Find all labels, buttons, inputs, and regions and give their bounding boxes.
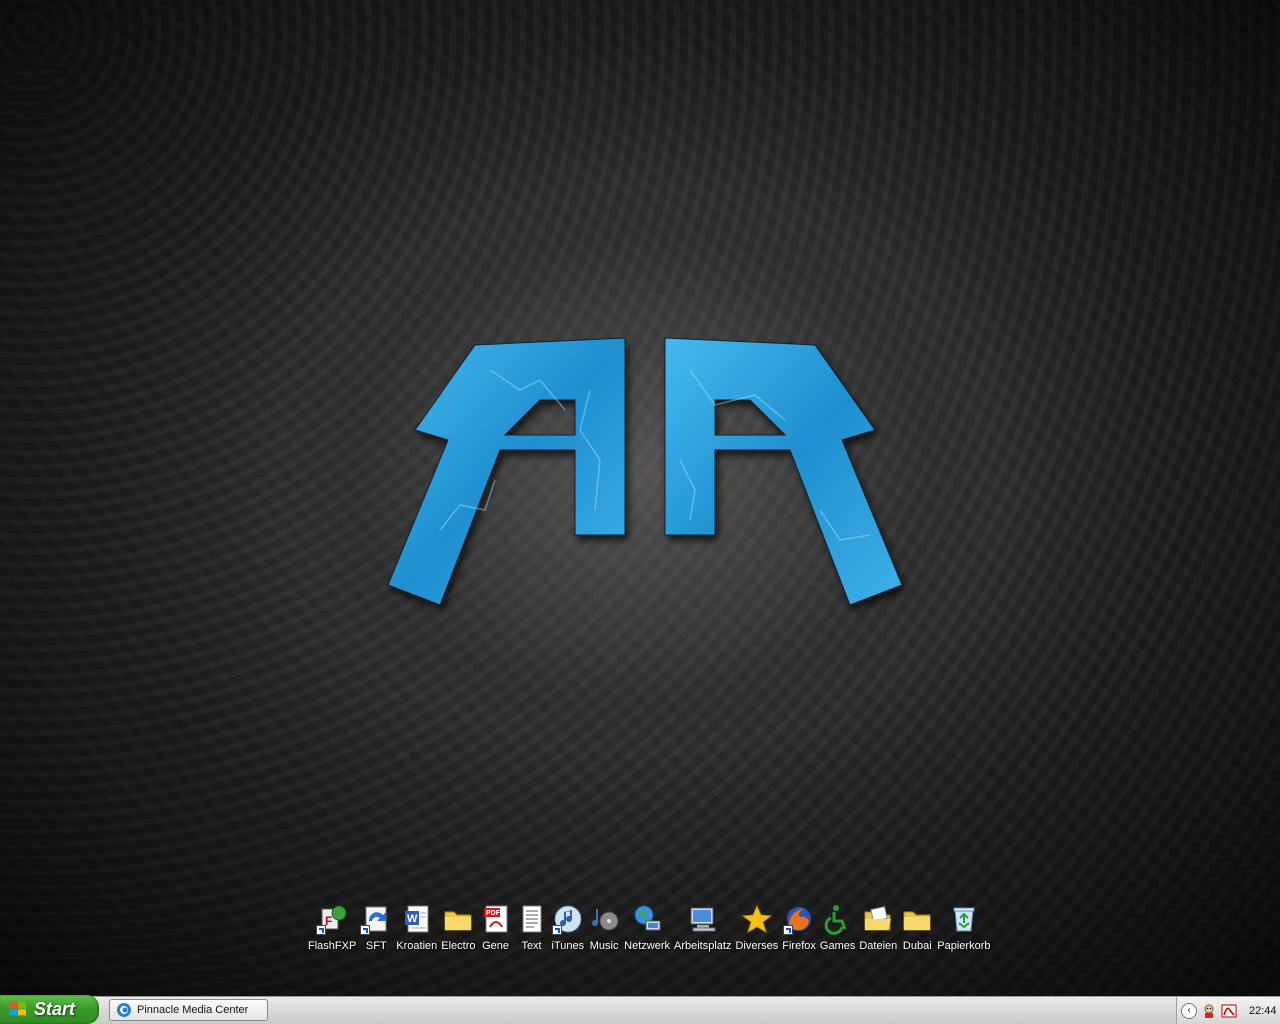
sync-arrows-icon xyxy=(360,903,392,935)
desktop-icon-sft[interactable]: SFT xyxy=(358,903,394,953)
desktop-icon-label: Diverses xyxy=(735,940,779,952)
my-computer-icon xyxy=(687,903,719,935)
word-document-icon: W xyxy=(401,903,433,935)
svg-text:F: F xyxy=(325,914,332,928)
folder-icon xyxy=(442,903,474,935)
desktop-icon-label: FlashFXP xyxy=(308,940,357,952)
desktop-icon-label: Dubai xyxy=(902,940,932,952)
desktop-icon-row: F FlashFXP SFT W Kroatien Electro PDF Ge… xyxy=(306,903,992,955)
music-folder-icon xyxy=(588,903,620,935)
messenger-icon[interactable] xyxy=(1201,1003,1217,1019)
desktop-icon-label: Games xyxy=(819,940,856,952)
pinnacle-icon xyxy=(117,1003,131,1017)
desktop-icon-label: Netzwerk xyxy=(624,940,670,952)
desktop-icon-text[interactable]: Text xyxy=(514,903,550,953)
desktop-icon-label: Arbeitsplatz xyxy=(673,940,732,952)
recycle-bin-icon xyxy=(948,903,980,935)
desktop-icon-label: Dateien xyxy=(859,940,898,952)
desktop-icon-dubai[interactable]: Dubai xyxy=(899,903,935,953)
shortcut-arrow-icon xyxy=(316,925,327,935)
desktop-icon-label: Papierkorb xyxy=(937,940,991,952)
desktop-icon-label: Text xyxy=(521,940,542,952)
desktop-icon-label: Electro xyxy=(441,940,476,952)
shortcut-arrow-icon xyxy=(551,925,562,935)
desktop-icon-diverses[interactable]: Diverses xyxy=(733,903,780,953)
folder-icon xyxy=(901,903,933,935)
desktop-icon-electro[interactable]: Electro xyxy=(439,903,477,953)
acrobat-icon[interactable] xyxy=(1221,1003,1237,1019)
desktop-icon-music[interactable]: Music xyxy=(586,903,622,953)
desktop-icon-label: Music xyxy=(589,940,619,952)
star-icon xyxy=(741,903,773,935)
desktop[interactable]: F FlashFXP SFT W Kroatien Electro PDF Ge… xyxy=(0,0,1280,996)
desktop-icon-dateien[interactable]: Dateien xyxy=(857,903,899,953)
taskbar-button-label: Pinnacle Media Center xyxy=(137,1004,249,1016)
desktop-icon-label: SFT xyxy=(365,940,387,952)
desktop-icon-papierkorb[interactable]: Papierkorb xyxy=(935,903,992,953)
flashfxp-icon: F xyxy=(316,903,348,935)
start-button[interactable]: Start xyxy=(0,995,99,1024)
tray-clock[interactable]: 22:44 xyxy=(1249,1005,1277,1017)
desktop-icon-label: Firefox xyxy=(782,940,816,952)
desktop-icon-itunes[interactable]: iTunes xyxy=(550,903,587,953)
desktop-icon-games[interactable]: Games xyxy=(818,903,857,953)
open-folder-icon xyxy=(862,903,894,935)
desktop-icon-netzwerk[interactable]: Netzwerk xyxy=(622,903,672,953)
desktop-icon-kroatien[interactable]: W Kroatien xyxy=(394,903,439,953)
desktop-icon-label: Gene xyxy=(482,940,509,952)
tray-expand-icon[interactable]: ‹ xyxy=(1181,1002,1197,1019)
desktop-icon-flashfxp[interactable]: F FlashFXP xyxy=(306,903,358,953)
desktop-icon-gene[interactable]: PDF Gene xyxy=(478,903,514,953)
itunes-icon xyxy=(551,903,584,935)
desktop-icon-firefox[interactable]: Firefox xyxy=(780,903,818,953)
svg-text:W: W xyxy=(407,913,418,925)
accessibility-icon xyxy=(822,903,854,935)
firefox-icon xyxy=(783,903,815,935)
desktop-icon-arbeitsplatz[interactable]: Arbeitsplatz xyxy=(672,903,733,953)
windows-logo-icon xyxy=(9,1001,26,1016)
shortcut-arrow-icon xyxy=(360,925,371,935)
svg-text:PDF: PDF xyxy=(486,910,501,917)
taskbar: Start Pinnacle Media Center ‹ 22:44 xyxy=(0,995,1280,1024)
text-document-icon xyxy=(516,903,548,935)
shortcut-arrow-icon xyxy=(783,925,794,935)
desktop-icon-label: Kroatien xyxy=(396,940,438,952)
pdf-document-icon: PDF xyxy=(480,903,512,935)
desktop-icon-label: iTunes xyxy=(551,940,585,952)
start-label: Start xyxy=(34,999,76,1019)
wallpaper-rr-logo xyxy=(387,337,903,606)
taskbar-button-pinnacle-media-center[interactable]: Pinnacle Media Center xyxy=(109,999,268,1021)
network-globe-icon xyxy=(631,903,663,935)
system-tray: ‹ 22:44 xyxy=(1176,997,1280,1024)
